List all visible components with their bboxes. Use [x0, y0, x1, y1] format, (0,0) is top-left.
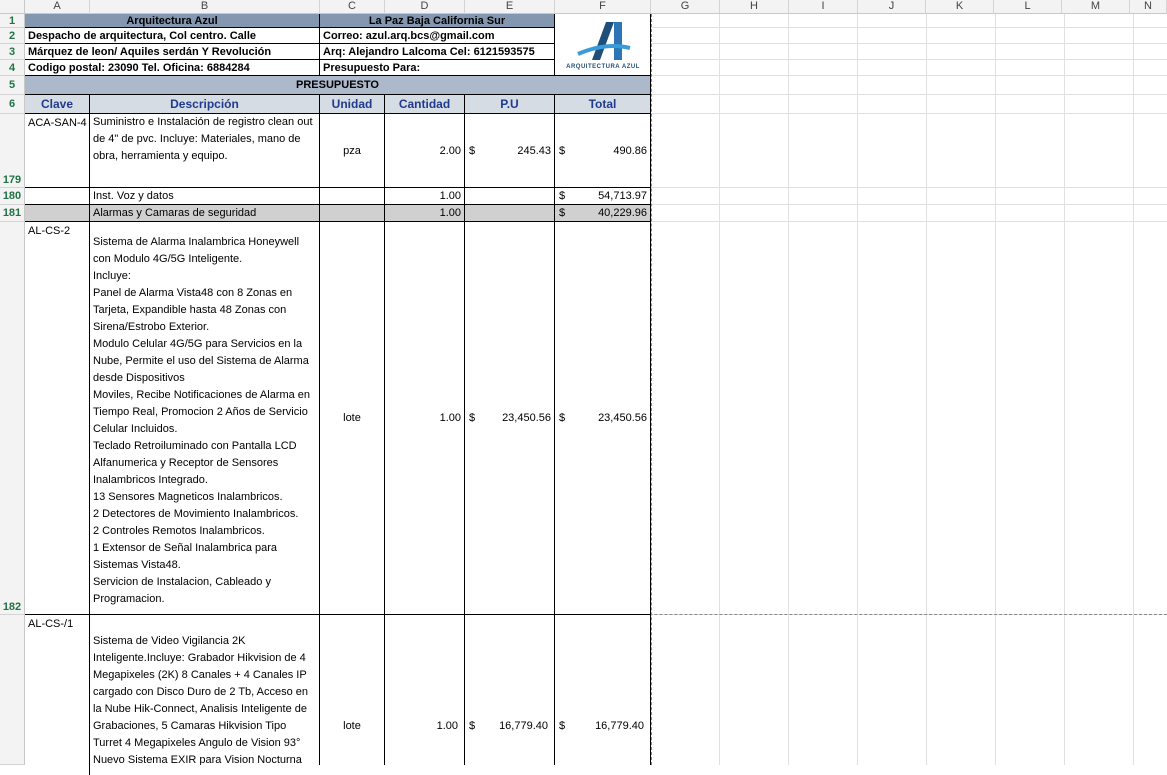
cell-e182[interactable]: $23,450.56 [465, 222, 555, 615]
col-unidad-header[interactable]: Unidad [320, 95, 385, 114]
cell-e179[interactable]: $245.43 [465, 114, 555, 188]
pu-value: 16,779.40 [499, 720, 548, 732]
col-cantidad-header[interactable]: Cantidad [385, 95, 465, 114]
column-header-h[interactable]: H [720, 0, 789, 14]
empty-grid[interactable] [651, 14, 1167, 765]
column-header-f[interactable]: F [555, 0, 651, 14]
cell-a179[interactable]: ACA-SAN-4 [25, 114, 90, 188]
row-header-180[interactable]: 180 [0, 188, 25, 205]
column-header-i[interactable]: I [789, 0, 858, 14]
total-value: 16,779.40 [595, 720, 644, 732]
column-header-m[interactable]: M [1062, 0, 1130, 14]
unidad-value: pza [343, 144, 361, 157]
unidad-value: lote [343, 412, 361, 424]
arquitectura-azul-logo-icon [577, 22, 631, 60]
architect-line[interactable]: Arq: Alejandro Lalcoma Cel: 6121593575 [320, 44, 555, 60]
cell-a180[interactable] [25, 188, 90, 205]
column-header-c[interactable]: C [320, 0, 385, 14]
cell-b180[interactable]: Inst. Voz y datos [90, 188, 320, 205]
row-header-1[interactable]: 1 [0, 14, 25, 28]
currency-symbol: $ [559, 207, 566, 219]
row-header-179[interactable]: 179 [0, 114, 25, 188]
column-header-a[interactable]: A [25, 0, 90, 14]
cell-d181[interactable]: 1.00 [385, 205, 465, 222]
column-header-k[interactable]: K [926, 0, 994, 14]
page-break-line [651, 14, 652, 765]
cell-d180[interactable]: 1.00 [385, 188, 465, 205]
column-header-e[interactable]: E [465, 0, 555, 14]
currency-symbol: $ [559, 144, 566, 157]
total-value: 23,450.56 [598, 412, 647, 424]
cantidad-value: 1.00 [439, 412, 461, 424]
row-header-6[interactable]: 6 [0, 95, 25, 114]
row-header-5[interactable]: 5 [0, 76, 25, 95]
column-header-j[interactable]: J [858, 0, 926, 14]
cell-a181[interactable] [25, 205, 90, 222]
col-clave-header[interactable]: Clave [25, 95, 90, 114]
cell-b183[interactable]: Sistema de Video Vigilancia 2K Inteligen… [90, 615, 320, 765]
currency-symbol: $ [469, 144, 476, 157]
row-header-2[interactable]: 2 [0, 28, 25, 44]
column-header-b[interactable]: B [90, 0, 320, 14]
col-total-header[interactable]: Total [555, 95, 651, 114]
cantidad-value: 2.00 [439, 144, 461, 157]
cell-f183[interactable]: $16,779.40 [555, 615, 651, 765]
select-all-corner[interactable] [0, 0, 25, 14]
cell-c181[interactable] [320, 205, 385, 222]
logo-caption: ARQUITECTURA AZUL [566, 64, 640, 70]
cell-c183[interactable]: lote [320, 615, 385, 765]
row-header-181[interactable]: 181 [0, 205, 25, 222]
pu-value: 23,450.56 [502, 412, 551, 424]
email-line[interactable]: Correo: azul.arq.bcs@gmail.com [320, 28, 555, 44]
cell-a182[interactable]: AL-CS-2 [25, 222, 90, 615]
cell-f181[interactable]: $40,229.96 [555, 205, 651, 222]
cell-e181[interactable] [465, 205, 555, 222]
col-pu-header[interactable]: P.U [465, 95, 555, 114]
cell-b181[interactable]: Alarmas y Camaras de seguridad [90, 205, 320, 222]
cell-c180[interactable] [320, 188, 385, 205]
cell-a183[interactable]: AL-CS-/1 [25, 615, 90, 775]
cell-e183[interactable]: $16,779.40 [465, 615, 555, 765]
cantidad-value: 1.00 [436, 720, 458, 732]
cell-b179[interactable]: Suministro e Instalación de registro cle… [90, 114, 320, 188]
currency-symbol: $ [469, 412, 476, 424]
column-header-g[interactable]: G [651, 0, 720, 14]
cell-d179[interactable]: 2.00 [385, 114, 465, 188]
currency-symbol: $ [559, 412, 566, 424]
currency-symbol: $ [469, 720, 476, 732]
column-header-n[interactable]: N [1130, 0, 1167, 14]
budget-for-line[interactable]: Presupuesto Para: [320, 60, 555, 76]
total-value: 40,229.96 [598, 207, 647, 219]
address-line-1[interactable]: Despacho de arquitectura, Col centro. Ca… [25, 28, 320, 44]
location-title[interactable]: La Paz Baja California Sur [320, 14, 555, 28]
cell-c179[interactable]: pza [320, 114, 385, 188]
column-header-l[interactable]: L [994, 0, 1062, 14]
col-descripcion-header[interactable]: Descripción [90, 95, 320, 114]
pu-value: 245.43 [517, 144, 551, 157]
cell-f182[interactable]: $23,450.56 [555, 222, 651, 615]
currency-symbol: $ [559, 190, 566, 202]
total-value: 54,713.97 [598, 190, 647, 202]
row-header-182[interactable]: 182 [0, 222, 25, 615]
row-header-3[interactable]: 3 [0, 44, 25, 60]
row-header-183[interactable] [0, 615, 25, 765]
address-line-2[interactable]: Márquez de leon/ Aquiles serdán Y Revolu… [25, 44, 320, 60]
total-value: 490.86 [613, 144, 647, 157]
cell-b182[interactable]: Sistema de Alarma Inalambrica Honeywell … [90, 222, 320, 615]
cell-f179[interactable]: $490.86 [555, 114, 651, 188]
row-header-4[interactable]: 4 [0, 60, 25, 76]
section-title[interactable]: PRESUPUESTO [25, 76, 651, 95]
company-title[interactable]: Arquitectura Azul [25, 14, 320, 28]
unidad-value: lote [343, 720, 361, 732]
cell-d183[interactable]: 1.00 [385, 615, 465, 765]
postal-line[interactable]: Codigo postal: 23090 Tel. Oficina: 68842… [25, 60, 320, 76]
cell-c182[interactable]: lote [320, 222, 385, 615]
company-logo[interactable]: ARQUITECTURA AZUL [555, 14, 651, 76]
currency-symbol: $ [559, 720, 566, 732]
cell-f180[interactable]: $54,713.97 [555, 188, 651, 205]
cell-d182[interactable]: 1.00 [385, 222, 465, 615]
cell-e180[interactable] [465, 188, 555, 205]
column-header-d[interactable]: D [385, 0, 465, 14]
